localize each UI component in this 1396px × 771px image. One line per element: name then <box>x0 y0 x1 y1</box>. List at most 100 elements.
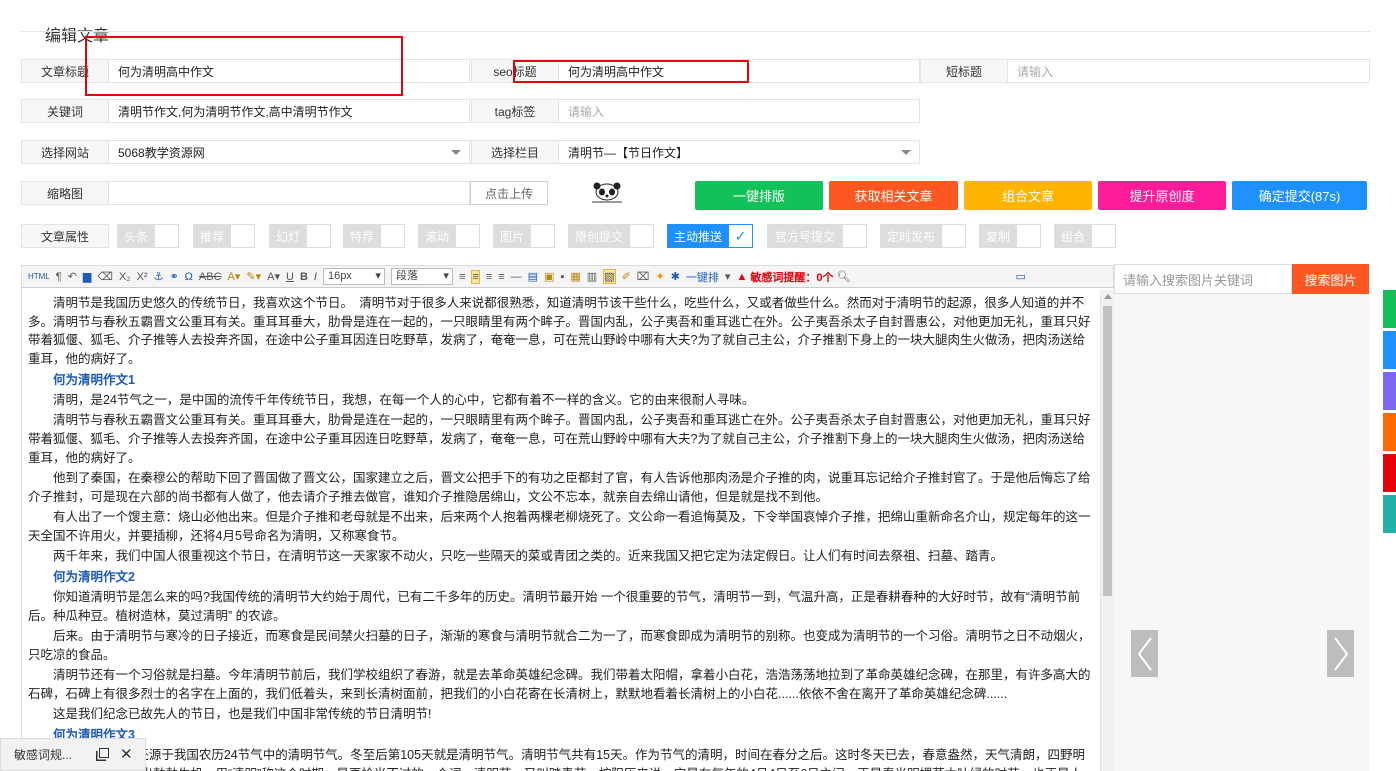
checkbox[interactable] <box>531 224 555 248</box>
tag-field[interactable]: tag标签 请输入 <box>471 99 920 123</box>
attr-image[interactable]: 图片 <box>493 224 555 248</box>
editor-paragraph: 清明，是24节气之一，是中国的流传千年传统节日，我想，在每一个人的心中，它都有着… <box>53 392 755 407</box>
sensitive-word-popup[interactable]: 敏感词规... ✕ <box>0 738 146 771</box>
checkbox[interactable] <box>942 224 966 248</box>
strikethrough-icon[interactable]: ABC <box>199 271 222 283</box>
align-right-icon[interactable]: ≡ <box>486 271 492 283</box>
horizontal-rule-icon[interactable]: — <box>511 271 522 283</box>
template-icon[interactable]: ▥ <box>587 270 597 283</box>
gallery-icon[interactable]: ▦ <box>570 270 580 283</box>
chevron-down-icon[interactable]: ▾ <box>725 270 731 283</box>
editor-scrollbar[interactable] <box>1100 290 1114 771</box>
attr-combine[interactable]: 组合 <box>1054 224 1116 248</box>
format-brush-icon[interactable]: ✐ <box>622 270 631 283</box>
magic-wand-icon[interactable]: ✦ <box>655 270 664 283</box>
superscript-icon[interactable]: X² <box>137 271 148 283</box>
checkbox[interactable] <box>456 224 480 248</box>
keywords-input[interactable]: 清明节作文,何为清明节作文,高中清明节作文 <box>109 103 469 120</box>
checkbox[interactable] <box>381 224 405 248</box>
upload-button[interactable]: 点击上传 <box>470 181 548 205</box>
column-select[interactable]: 选择栏目 清明节—【节日作文】 <box>471 140 920 164</box>
checkmark-icon[interactable]: ✓ <box>729 224 753 248</box>
paragraph-select[interactable]: 段落 ▾ <box>390 268 453 285</box>
font-color-icon[interactable]: A▾ <box>267 270 280 283</box>
site-select[interactable]: 选择网站 5068教学资源网 <box>21 140 470 164</box>
underline-icon[interactable]: U <box>286 271 294 283</box>
tag-input[interactable]: 请输入 <box>559 103 919 120</box>
boost-originality-button[interactable]: 提升原创度 <box>1098 181 1226 210</box>
highlight-color-icon[interactable]: A▾ <box>228 270 241 283</box>
attr-official-submit[interactable]: 官方号提交 <box>767 224 867 248</box>
save-icon[interactable]: ▆ <box>83 270 91 283</box>
fullscreen-icon[interactable]: ▭ <box>1015 270 1025 283</box>
align-justify-icon[interactable]: ≡ <box>498 271 504 283</box>
short-title-field[interactable]: 短标题 请输入 <box>920 59 1370 83</box>
checkbox[interactable] <box>307 224 331 248</box>
attr-copy[interactable]: 复制 <box>979 224 1041 248</box>
align-center-icon[interactable]: ≡ <box>471 269 480 284</box>
anchor-icon[interactable]: ⚓ <box>154 270 164 283</box>
chevron-down-icon[interactable] <box>901 149 911 155</box>
image-icon[interactable]: ▣ <box>544 270 554 283</box>
sensitive-word-warning[interactable]: 敏感词提醒：0个 <box>750 269 833 285</box>
checkbox[interactable] <box>1017 224 1041 248</box>
attr-original-submit[interactable]: 原创提交 <box>568 224 654 248</box>
attr-scheduled[interactable]: 定时发布 <box>880 224 966 248</box>
clear-format-icon[interactable]: ⌫ <box>97 270 113 283</box>
editor-content[interactable]: 清明节是我国历史悠久的传统节日，我喜欢这个节日。 清明节对于很多人来说都很熟悉，… <box>21 288 1100 771</box>
align-left-icon[interactable]: ≡ <box>459 271 465 283</box>
edge-tab[interactable] <box>1383 372 1396 410</box>
font-size-select[interactable]: 16px ▾ <box>322 268 385 285</box>
attr-recommend[interactable]: 推荐 <box>193 224 255 248</box>
eraser-icon[interactable]: ⌧ <box>637 270 650 283</box>
scrollbar-thumb[interactable] <box>1103 306 1112 596</box>
title-divider <box>20 31 1370 32</box>
one-key-layout-icon[interactable]: ✱ <box>671 270 680 283</box>
keywords-field[interactable]: 关键词 清明节作文,何为清明节作文,高中清明节作文 <box>21 99 470 123</box>
special-char-icon[interactable]: Ω <box>185 271 193 283</box>
undo-icon[interactable]: ↶ <box>68 270 77 283</box>
one-key-layout-link[interactable]: 一键排 <box>686 269 719 285</box>
chevron-down-icon[interactable] <box>451 149 461 155</box>
edge-tab[interactable] <box>1383 495 1396 533</box>
checkbox[interactable] <box>1092 224 1116 248</box>
prev-image-button[interactable] <box>1131 630 1158 677</box>
attr-featured[interactable]: 特荐 <box>343 224 405 248</box>
attr-headline[interactable]: 头条 <box>117 224 179 248</box>
html-source-icon[interactable]: HTML <box>28 272 50 281</box>
checkbox[interactable] <box>843 224 867 248</box>
combine-article-button[interactable]: 组合文章 <box>964 181 1092 210</box>
attr-active-push[interactable]: 主动推送 ✓ <box>667 224 753 248</box>
checkbox[interactable] <box>231 224 255 248</box>
edge-tab[interactable] <box>1383 454 1396 492</box>
subscript-icon[interactable]: X₂ <box>119 271 131 283</box>
short-title-input[interactable]: 请输入 <box>1008 63 1369 80</box>
edge-tab[interactable] <box>1383 331 1396 369</box>
attr-slideshow[interactable]: 幻灯 <box>269 224 331 248</box>
attr-scroll[interactable]: 滚动 <box>418 224 480 248</box>
related-articles-button[interactable]: 获取相关文章 <box>829 181 958 210</box>
bold-icon[interactable]: B <box>300 271 308 283</box>
submit-button[interactable]: 确定提交(87s) <box>1232 181 1367 210</box>
scroll-up-icon[interactable] <box>1104 294 1112 299</box>
thumbnail-field[interactable]: 缩略图 <box>21 181 470 205</box>
restore-window-icon[interactable] <box>99 748 109 758</box>
marker-icon[interactable]: ✎▾ <box>246 270 261 283</box>
video-icon[interactable]: ▪ <box>560 271 564 283</box>
one-key-layout-button[interactable]: 一键排版 <box>695 181 823 210</box>
italic-icon[interactable]: I <box>314 271 317 283</box>
close-icon[interactable]: ✕ <box>120 745 133 763</box>
page-break-icon[interactable]: ▤ <box>528 270 538 283</box>
edge-tab[interactable] <box>1383 413 1396 451</box>
image-search-button[interactable]: 搜索图片 <box>1292 264 1369 294</box>
checkbox[interactable] <box>155 224 179 248</box>
image-search-input[interactable]: 请输入搜索图片关键词 <box>1114 264 1292 294</box>
attr-label: 推荐 <box>193 224 231 248</box>
checkbox[interactable] <box>630 224 654 248</box>
link-icon[interactable]: ⚭ <box>169 270 178 283</box>
edge-tab[interactable] <box>1383 290 1396 328</box>
next-image-button[interactable] <box>1327 630 1354 677</box>
paste-icon[interactable]: ▧ <box>603 269 616 284</box>
paragraph-mark-icon[interactable]: ¶ <box>56 271 62 283</box>
search-icon[interactable]: 🔍︎ <box>836 270 850 283</box>
